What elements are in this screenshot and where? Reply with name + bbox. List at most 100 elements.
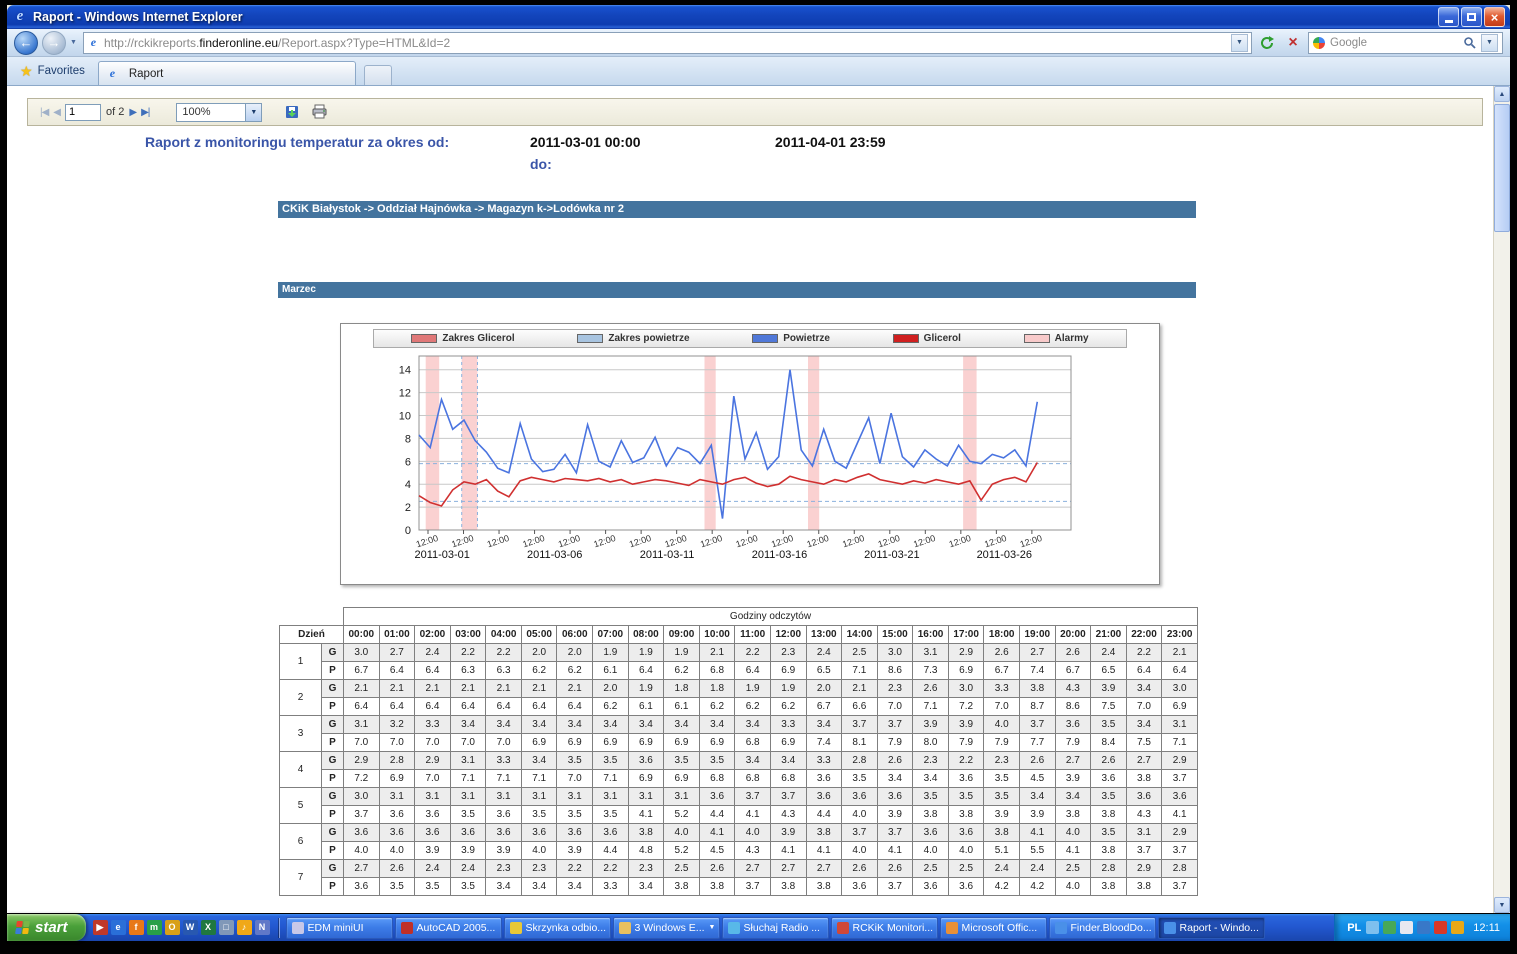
zoom-dropdown-icon: ▼	[245, 104, 261, 121]
y-axis-tick-label: 4	[405, 479, 411, 491]
word-icon[interactable]: W	[183, 920, 198, 935]
shield-icon[interactable]	[1434, 921, 1447, 934]
export-button[interactable]	[281, 101, 303, 123]
volume-icon[interactable]	[1400, 921, 1413, 934]
updates-icon[interactable]	[1451, 921, 1464, 934]
show-desktop-icon[interactable]: □	[219, 920, 234, 935]
language-indicator[interactable]: PL	[1347, 922, 1361, 934]
back-button[interactable]: ←	[14, 31, 38, 55]
powietrze-value-cell: 3.4	[913, 770, 949, 788]
task-button-label: AutoCAD 2005...	[417, 922, 496, 934]
task-button[interactable]: Słuchaj Radio ...	[722, 917, 829, 939]
prev-page-button[interactable]: ◀	[53, 107, 60, 118]
task-button-label: 3 Windows E...	[635, 922, 705, 934]
favorites-button[interactable]: ★ Favorites	[15, 60, 90, 82]
clock[interactable]: 12:11	[1473, 922, 1500, 934]
maximize-button[interactable]	[1461, 7, 1482, 27]
task-button[interactable]: RCKiK Monitori...	[831, 917, 938, 939]
winamp-icon[interactable]: ♪	[237, 920, 252, 935]
glicerol-value-cell: 3.4	[1019, 788, 1055, 806]
glicerol-value-cell: 3.8	[628, 824, 664, 842]
table-row: 3G3.13.23.33.43.43.43.43.43.43.43.43.43.…	[280, 716, 1198, 734]
scroll-down-button[interactable]: ▼	[1494, 897, 1510, 913]
task-button[interactable]: AutoCAD 2005...	[395, 917, 502, 939]
glicerol-value-cell: 2.7	[1126, 752, 1162, 770]
forward-button[interactable]: →	[42, 31, 66, 55]
glicerol-value-cell: 3.6	[877, 788, 913, 806]
zoom-select[interactable]: 100% ▼	[176, 103, 262, 122]
network-icon[interactable]	[1417, 921, 1430, 934]
notes-icon[interactable]: N	[255, 920, 270, 935]
refresh-button[interactable]	[1256, 32, 1278, 54]
last-page-button[interactable]: ▶|	[141, 107, 149, 118]
minimize-button[interactable]	[1438, 7, 1459, 27]
task-button-label: Finder.BloodDo...	[1071, 922, 1152, 934]
outlook-icon[interactable]: O	[165, 920, 180, 935]
tab-raport[interactable]: e Raport	[98, 61, 356, 85]
glicerol-row-label: G	[322, 788, 344, 806]
search-magnifier-icon[interactable]	[1463, 36, 1476, 49]
x-axis-date-label: 2011-03-11	[640, 549, 695, 561]
task-button[interactable]: Microsoft Offic...	[940, 917, 1047, 939]
media-player-icon[interactable]: ▶	[93, 920, 108, 935]
search-input[interactable]: Google ▼	[1308, 32, 1503, 54]
glicerol-value-cell: 1.8	[699, 680, 735, 698]
print-button[interactable]	[308, 101, 330, 123]
next-page-button[interactable]: ▶	[129, 107, 136, 118]
search-dropdown-button[interactable]: ▼	[1481, 34, 1498, 52]
close-button[interactable]: ×	[1484, 7, 1505, 27]
glicerol-value-cell: 2.5	[913, 860, 949, 878]
task-button[interactable]: 3 Windows E... ▼	[613, 917, 720, 939]
messenger-tray-icon[interactable]	[1383, 921, 1396, 934]
system-tray: PL 12:11	[1334, 914, 1510, 941]
task-button-label: RCKiK Monitori...	[853, 922, 934, 934]
address-input[interactable]: e http://rckikreports.finderonline.eu/Re…	[83, 32, 1252, 54]
powietrze-value-cell: 7.7	[1019, 734, 1055, 752]
powietrze-value-cell: 6.9	[699, 734, 735, 752]
x-axis-time-label: 12:00	[628, 533, 653, 549]
glicerol-value-cell: 2.2	[557, 860, 593, 878]
powietrze-value-cell: 6.4	[628, 662, 664, 680]
recent-pages-chevron-icon[interactable]: ▼	[70, 39, 77, 46]
firefox-icon[interactable]: f	[129, 920, 144, 935]
scroll-up-button[interactable]: ▲	[1494, 86, 1510, 102]
new-tab-stub[interactable]	[364, 65, 392, 85]
time-column-header: 13:00	[806, 626, 842, 644]
start-button[interactable]: start	[7, 914, 86, 941]
messenger-icon[interactable]: m	[147, 920, 162, 935]
glicerol-value-cell: 2.1	[379, 680, 415, 698]
legend-swatch	[577, 334, 603, 343]
powietrze-value-cell: 6.9	[664, 734, 700, 752]
group-dropdown-icon[interactable]: ▼	[709, 924, 716, 931]
powietrze-value-cell: 4.0	[1055, 878, 1091, 896]
table-row: 7G2.72.62.42.42.32.32.22.22.32.52.62.72.…	[280, 860, 1198, 878]
glicerol-value-cell: 3.1	[450, 788, 486, 806]
glicerol-value-cell: 3.6	[379, 824, 415, 842]
first-page-button[interactable]: |◀	[40, 107, 48, 118]
address-dropdown-button[interactable]: ▼	[1231, 34, 1248, 52]
task-button[interactable]: Raport - Windo...	[1158, 917, 1265, 939]
glicerol-value-cell: 3.6	[1126, 788, 1162, 806]
day-number-cell: 2	[280, 680, 322, 716]
glicerol-value-cell: 2.0	[593, 680, 629, 698]
powietrze-value-cell: 7.0	[984, 698, 1020, 716]
hide-icons-chevron[interactable]	[1366, 921, 1379, 934]
time-column-header: 00:00	[344, 626, 380, 644]
stop-button[interactable]: ×	[1282, 32, 1304, 54]
legend-swatch	[752, 334, 778, 343]
glicerol-value-cell: 2.1	[842, 680, 878, 698]
ie-icon[interactable]: e	[111, 920, 126, 935]
powietrze-value-cell: 3.7	[1126, 842, 1162, 860]
vertical-scrollbar[interactable]: ▲ ▼	[1493, 86, 1510, 913]
excel-icon[interactable]: X	[201, 920, 216, 935]
powietrze-value-cell: 8.7	[1019, 698, 1055, 716]
page-number-input[interactable]	[65, 104, 101, 121]
glicerol-value-cell: 3.4	[1126, 680, 1162, 698]
task-button[interactable]: EDM miniUI	[286, 917, 393, 939]
glicerol-value-cell: 3.4	[735, 716, 771, 734]
legend-item: Zakres Glicerol	[411, 333, 514, 344]
scrollbar-thumb[interactable]	[1494, 104, 1510, 232]
task-button[interactable]: Finder.BloodDo...	[1049, 917, 1156, 939]
powietrze-value-cell: 3.8	[699, 878, 735, 896]
task-button[interactable]: Skrzynka odbio...	[504, 917, 611, 939]
